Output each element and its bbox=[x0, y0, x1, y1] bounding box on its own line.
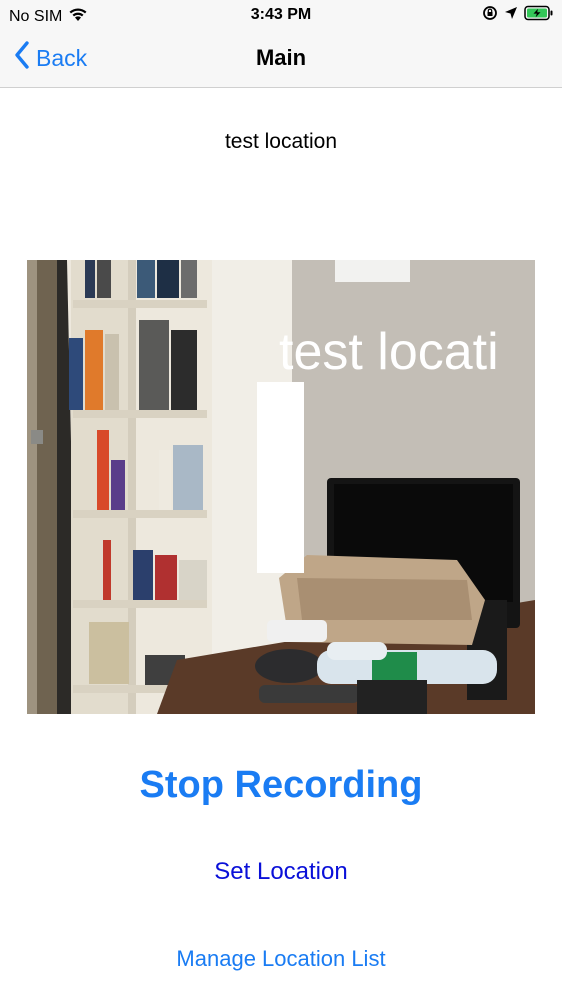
set-location-button[interactable]: Set Location bbox=[0, 858, 562, 886]
nav-title: Main bbox=[255, 45, 307, 70]
location-name-label: test location bbox=[224, 130, 338, 153]
camera-preview: test locati bbox=[27, 260, 535, 714]
orientation-lock-icon bbox=[482, 5, 498, 26]
status-right bbox=[482, 5, 554, 26]
camera-overlay-label: test locati bbox=[279, 323, 499, 381]
status-time: 3:43 PM bbox=[250, 6, 312, 23]
main-screen: No SIM 3:43 PM Back Main test location t… bbox=[0, 0, 562, 1000]
status-bar: No SIM 3:43 PM bbox=[0, 0, 562, 30]
manage-location-list-button[interactable]: Manage Location List bbox=[0, 946, 562, 972]
location-arrow-icon bbox=[504, 6, 518, 25]
navigation-bar: Back Main bbox=[0, 30, 562, 88]
anchor-marker bbox=[257, 382, 304, 573]
stop-recording-button[interactable]: Stop Recording bbox=[0, 764, 562, 807]
battery-charging-icon bbox=[524, 5, 554, 26]
